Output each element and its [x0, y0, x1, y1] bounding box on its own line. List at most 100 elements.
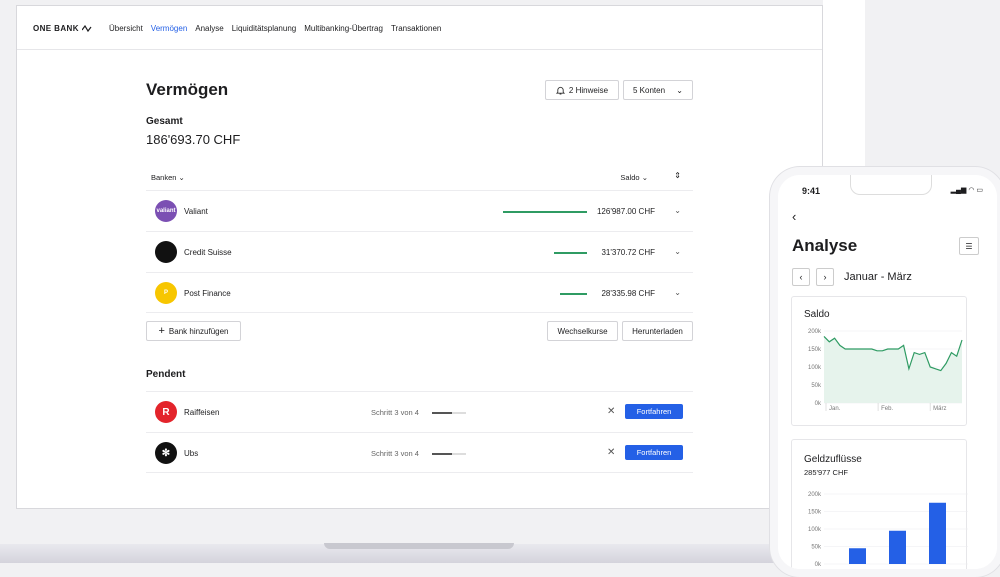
- pending-progress-fill: [432, 453, 452, 455]
- chevron-down-icon: ⌄: [641, 173, 648, 182]
- hints-button[interactable]: 2 Hinweise: [545, 80, 619, 100]
- chevron-down-icon[interactable]: ⌄: [674, 288, 681, 297]
- filter-icon[interactable]: ☰: [959, 237, 979, 255]
- brand-name: ONE BANK: [33, 24, 79, 33]
- download-label: Herunterladen: [632, 326, 683, 336]
- close-icon[interactable]: ✕: [607, 406, 615, 417]
- brand-logo[interactable]: ONE BANK: [33, 24, 92, 33]
- inflow-bar: [889, 530, 906, 564]
- pending-logo-text: R: [162, 406, 170, 418]
- exchange-rates-label: Wechselkurse: [557, 326, 608, 336]
- hints-label: 2 Hinweise: [568, 85, 609, 95]
- exchange-rates-button[interactable]: Wechselkurse: [547, 321, 618, 341]
- bank-share-bar: [554, 252, 587, 254]
- bank-amount: 126'987.00 CHF: [596, 207, 655, 216]
- phone-title: Analyse: [792, 236, 858, 255]
- y-tick-label: 50k: [811, 383, 822, 389]
- accounts-select[interactable]: 5 Konten ⌄: [623, 80, 693, 100]
- bank-share-bar: [503, 211, 587, 213]
- nav-item-vermoegen[interactable]: Vermögen: [151, 24, 187, 33]
- inflow-chart: 200k150k100k50k0k: [808, 492, 968, 568]
- pending-progress-fill: [432, 412, 452, 414]
- total-label: Gesamt: [146, 116, 183, 127]
- saldo-chart: 200k 150k 100k 50k 0k Jan. Feb. März: [808, 329, 963, 412]
- period-label: Januar - März: [844, 271, 912, 283]
- col-bank-label: Banken: [151, 173, 177, 182]
- brand-wave-icon: [81, 24, 92, 32]
- nav-item-multibanking[interactable]: Multibanking-Übertrag: [304, 24, 383, 33]
- pending-name: Raiffeisen: [184, 408, 220, 417]
- add-bank-button[interactable]: + Bank hinzufügen: [146, 321, 241, 341]
- y-tick-label: 100k: [808, 527, 822, 533]
- pending-step: Schritt 3 von 4: [371, 408, 419, 417]
- bank-logo-text: valiant: [156, 208, 176, 214]
- close-icon[interactable]: ✕: [607, 447, 615, 458]
- y-tick-label: 150k: [808, 510, 822, 516]
- y-tick-label: 100k: [808, 365, 822, 371]
- bank-name: Credit Suisse: [184, 248, 232, 257]
- divider: [146, 312, 693, 313]
- total-value: 186'693.70 CHF: [146, 132, 241, 147]
- saldo-title: Saldo: [804, 309, 830, 320]
- laptop-bezel: [823, 0, 865, 170]
- continue-button[interactable]: Fortfahren: [625, 445, 683, 460]
- inflow-card: Geldzuflüsse 285'977 CHF 200k 150k 100k 50k…: [791, 439, 968, 569]
- nav-item-transaktionen[interactable]: Transaktionen: [391, 24, 441, 33]
- pending-row: ✻ Ubs Schritt 3 von 4 ✕ Fortfahren: [146, 432, 693, 473]
- pending-row: R Raiffeisen Schritt 3 von 4 ✕ Fortfahre…: [146, 391, 693, 432]
- bell-icon: [555, 86, 565, 95]
- prev-period-button[interactable]: ‹: [792, 268, 810, 286]
- inflow-total: 285'977 CHF: [804, 468, 848, 477]
- y-tick-label: 200k: [808, 492, 822, 498]
- pending-logo-text: ✻: [161, 447, 171, 459]
- bank-share-bar: [560, 293, 587, 295]
- table-header: Banken ⌄ Saldo ⌄ ⇕: [146, 166, 693, 190]
- page-title: Vermögen: [146, 80, 229, 99]
- pending-logo: R: [155, 401, 177, 423]
- chevron-down-icon: ⌄: [178, 173, 185, 182]
- phone-screen: 9:41 ▂▄▆ ◠ ▭ ‹ Analyse ☰ ‹ › Januar - Mä…: [778, 175, 997, 569]
- bank-logo-text: P: [163, 290, 168, 296]
- y-tick-label: 200k: [808, 329, 822, 335]
- nav-item-analyse[interactable]: Analyse: [195, 24, 223, 33]
- inflow-title: Geldzuflüsse: [804, 454, 862, 465]
- chevron-down-icon[interactable]: ⌄: [674, 247, 681, 256]
- pending-progress: [432, 412, 466, 414]
- bank-row[interactable]: P Post Finance 28'335.98 CHF ⌄: [146, 272, 693, 313]
- chevron-down-icon: ⌄: [676, 85, 683, 95]
- pending-progress: [432, 453, 466, 455]
- inflow-bar: [929, 502, 946, 564]
- bank-row[interactable]: valiant Valiant 126'987.00 CHF ⌄: [146, 190, 693, 231]
- x-tick-label: Feb.: [881, 406, 893, 412]
- bank-name: Valiant: [184, 207, 208, 216]
- x-tick-label: Jan.: [829, 406, 841, 412]
- inflow-bar: [849, 548, 866, 564]
- y-tick-label: 0k: [815, 401, 822, 407]
- col-saldo-label: Saldo: [620, 173, 640, 182]
- sort-toggle-icon[interactable]: ⇕: [674, 171, 681, 180]
- bank-name: Post Finance: [184, 289, 231, 298]
- continue-button[interactable]: Fortfahren: [625, 404, 683, 419]
- saldo-card: Saldo 200k 150k 100k 50k 0k Jan. Feb. März: [791, 296, 967, 426]
- bank-logo: [155, 241, 177, 263]
- download-button[interactable]: Herunterladen: [622, 321, 693, 341]
- top-nav: ONE BANK Übersicht Vermögen Analyse Liqu…: [17, 6, 822, 50]
- col-bank-sort[interactable]: Banken ⌄: [151, 173, 185, 182]
- bank-row[interactable]: Credit Suisse 31'370.72 CHF ⌄: [146, 231, 693, 272]
- laptop-notch: [324, 543, 514, 549]
- back-icon[interactable]: ‹: [792, 209, 796, 224]
- bank-logo: valiant: [155, 200, 177, 222]
- chevron-down-icon[interactable]: ⌄: [674, 206, 681, 215]
- pending-label: Pendent: [146, 369, 186, 380]
- col-saldo-sort[interactable]: Saldo ⌄: [620, 173, 648, 182]
- bank-amount: 28'335.98 CHF: [601, 289, 655, 298]
- x-tick-label: März: [933, 406, 946, 412]
- pending-step: Schritt 3 von 4: [371, 449, 419, 458]
- y-tick-label: 50k: [811, 545, 822, 551]
- status-icons: ▂▄▆ ◠ ▭: [950, 187, 983, 194]
- add-bank-label: Bank hinzufügen: [168, 326, 229, 336]
- nav-item-liquiditaetsplanung[interactable]: Liquiditätsplanung: [232, 24, 297, 33]
- nav-item-uebersicht[interactable]: Übersicht: [109, 24, 143, 33]
- next-period-button[interactable]: ›: [816, 268, 834, 286]
- pending-name: Ubs: [184, 449, 199, 458]
